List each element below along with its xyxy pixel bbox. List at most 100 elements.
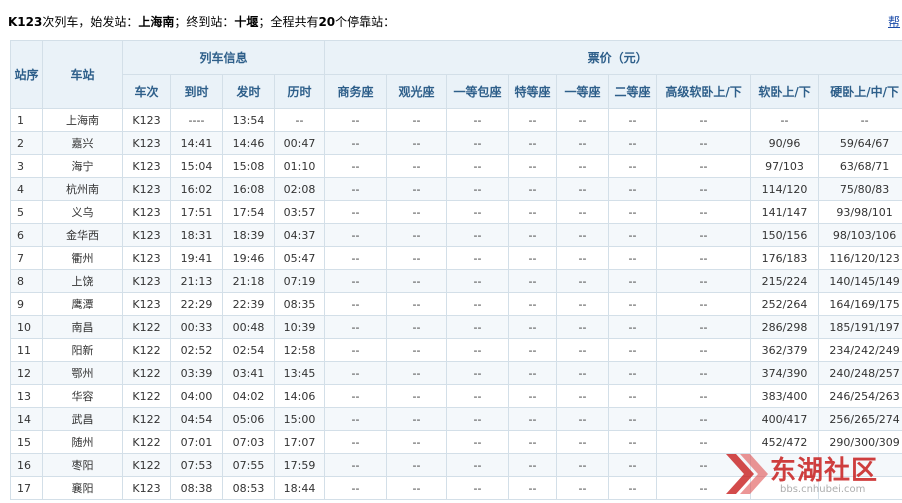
cell-sightseeing: --	[386, 269, 448, 293]
cell-hard: 93/98/101	[818, 200, 902, 224]
cell-soft: 286/298	[750, 315, 820, 339]
cell-premium: --	[508, 177, 558, 201]
cell-arrive: 00:33	[170, 315, 223, 339]
cell-first-box: --	[446, 177, 510, 201]
header-train-no: 车次	[122, 74, 171, 109]
cell-duration: 17:59	[273, 453, 326, 477]
header-business: 商务座	[324, 74, 388, 109]
cell-first-class: --	[556, 246, 610, 270]
cell-deluxe: --	[656, 361, 752, 385]
cell-arrive: 14:41	[170, 131, 223, 155]
stops-prefix: ；全程共有	[258, 15, 319, 29]
cell-arrive: 07:53	[170, 453, 223, 477]
cell-first-box: --	[446, 292, 510, 316]
cell-premium: --	[508, 223, 558, 247]
cell-station: 华容	[42, 384, 123, 408]
cell-depart: 19:46	[222, 246, 275, 270]
cell-train: K123	[122, 223, 171, 247]
cell-sightseeing: --	[386, 430, 448, 454]
cell-sightseeing: --	[386, 338, 448, 362]
cell-station: 衢州	[42, 246, 123, 270]
cell-depart: 07:03	[222, 430, 275, 454]
cell-depart: 17:54	[222, 200, 275, 224]
cell-premium: --	[508, 453, 558, 477]
cell-business: --	[324, 384, 388, 408]
cell-first-class: --	[556, 361, 610, 385]
cell-arrive: 04:00	[170, 384, 223, 408]
cell-first-class: --	[556, 131, 610, 155]
cell-second-class: --	[608, 407, 658, 431]
cell-arrive: ----	[170, 108, 223, 132]
cell-duration: 01:10	[273, 154, 326, 178]
cell-deluxe: --	[656, 177, 752, 201]
cell-station: 海宁	[42, 154, 123, 178]
cell-duration: 15:00	[273, 407, 326, 431]
cell-train: K123	[122, 292, 171, 316]
cell-arrive: 17:51	[170, 200, 223, 224]
cell-first-box: --	[446, 200, 510, 224]
cell-train: K123	[122, 200, 171, 224]
cell-business: --	[324, 430, 388, 454]
cell-second-class: --	[608, 430, 658, 454]
cell-first-box: --	[446, 384, 510, 408]
cell-train: K123	[122, 269, 171, 293]
cell-train: K123	[122, 177, 171, 201]
table-row: 16 枣阳 K122 07:53 07:55 17:59 -- -- -- -- -- -- --	[10, 453, 902, 477]
cell-station: 阳新	[42, 338, 123, 362]
table-row: 10 南昌 K122 00:33 00:48 10:39 -- -- -- -- -- -- -- 286…	[10, 315, 902, 339]
cell-duration: 05:47	[273, 246, 326, 270]
cell-seq: 8	[10, 269, 43, 293]
start-station: 上海南	[138, 15, 175, 29]
cell-business: --	[324, 361, 388, 385]
cell-hard: 140/145/149	[818, 269, 902, 293]
cell-depart: 05:06	[222, 407, 275, 431]
cell-first-box: --	[446, 361, 510, 385]
cell-soft: 374/390	[750, 361, 820, 385]
cell-premium: --	[508, 430, 558, 454]
cell-second-class: --	[608, 269, 658, 293]
header-second-class: 二等座	[608, 74, 658, 109]
cell-first-class: --	[556, 108, 610, 132]
cell-soft	[750, 476, 820, 500]
cell-sightseeing: --	[386, 315, 448, 339]
cell-deluxe: --	[656, 200, 752, 224]
cell-premium: --	[508, 269, 558, 293]
cell-business: --	[324, 177, 388, 201]
cell-deluxe: --	[656, 154, 752, 178]
cell-duration: 18:44	[273, 476, 326, 500]
cell-soft: 114/120	[750, 177, 820, 201]
cell-arrive: 03:39	[170, 361, 223, 385]
cell-train: K122	[122, 407, 171, 431]
cell-depart: 16:08	[222, 177, 275, 201]
cell-first-class: --	[556, 407, 610, 431]
cell-seq: 14	[10, 407, 43, 431]
cell-deluxe: --	[656, 430, 752, 454]
end-station: 十堰	[234, 15, 259, 29]
cell-premium: --	[508, 154, 558, 178]
header-soft-sleeper: 软卧上/下	[750, 74, 820, 109]
cell-sightseeing: --	[386, 407, 448, 431]
timetable: 站序 车站 列车信息 票价（元） 车次 到时 发时 历时 商务座 观光座 一等包…	[10, 40, 902, 500]
cell-train: K122	[122, 430, 171, 454]
cell-first-box: --	[446, 407, 510, 431]
cell-deluxe: --	[656, 246, 752, 270]
cell-duration: 13:45	[273, 361, 326, 385]
cell-arrive: 08:38	[170, 476, 223, 500]
cell-duration: 03:57	[273, 200, 326, 224]
help-link[interactable]: 帮	[888, 12, 902, 32]
schedule-title: K123次列车，始发站：上海南；终到站：十堰；全程共有20个停靠站：	[8, 12, 395, 32]
header-first-box: 一等包座	[446, 74, 510, 109]
cell-business: --	[324, 131, 388, 155]
cell-deluxe: --	[656, 338, 752, 362]
cell-duration: 17:07	[273, 430, 326, 454]
cell-soft: 400/417	[750, 407, 820, 431]
cell-sightseeing: --	[386, 200, 448, 224]
table-row: 7 衢州 K123 19:41 19:46 05:47 -- -- -- -- -- -- -- 176/…	[10, 246, 902, 270]
cell-seq: 16	[10, 453, 43, 477]
cell-arrive: 15:04	[170, 154, 223, 178]
cell-business: --	[324, 246, 388, 270]
cell-first-box: --	[446, 108, 510, 132]
cell-station: 上饶	[42, 269, 123, 293]
cell-hard: 256/265/274	[818, 407, 902, 431]
train-number: K123	[8, 15, 43, 29]
